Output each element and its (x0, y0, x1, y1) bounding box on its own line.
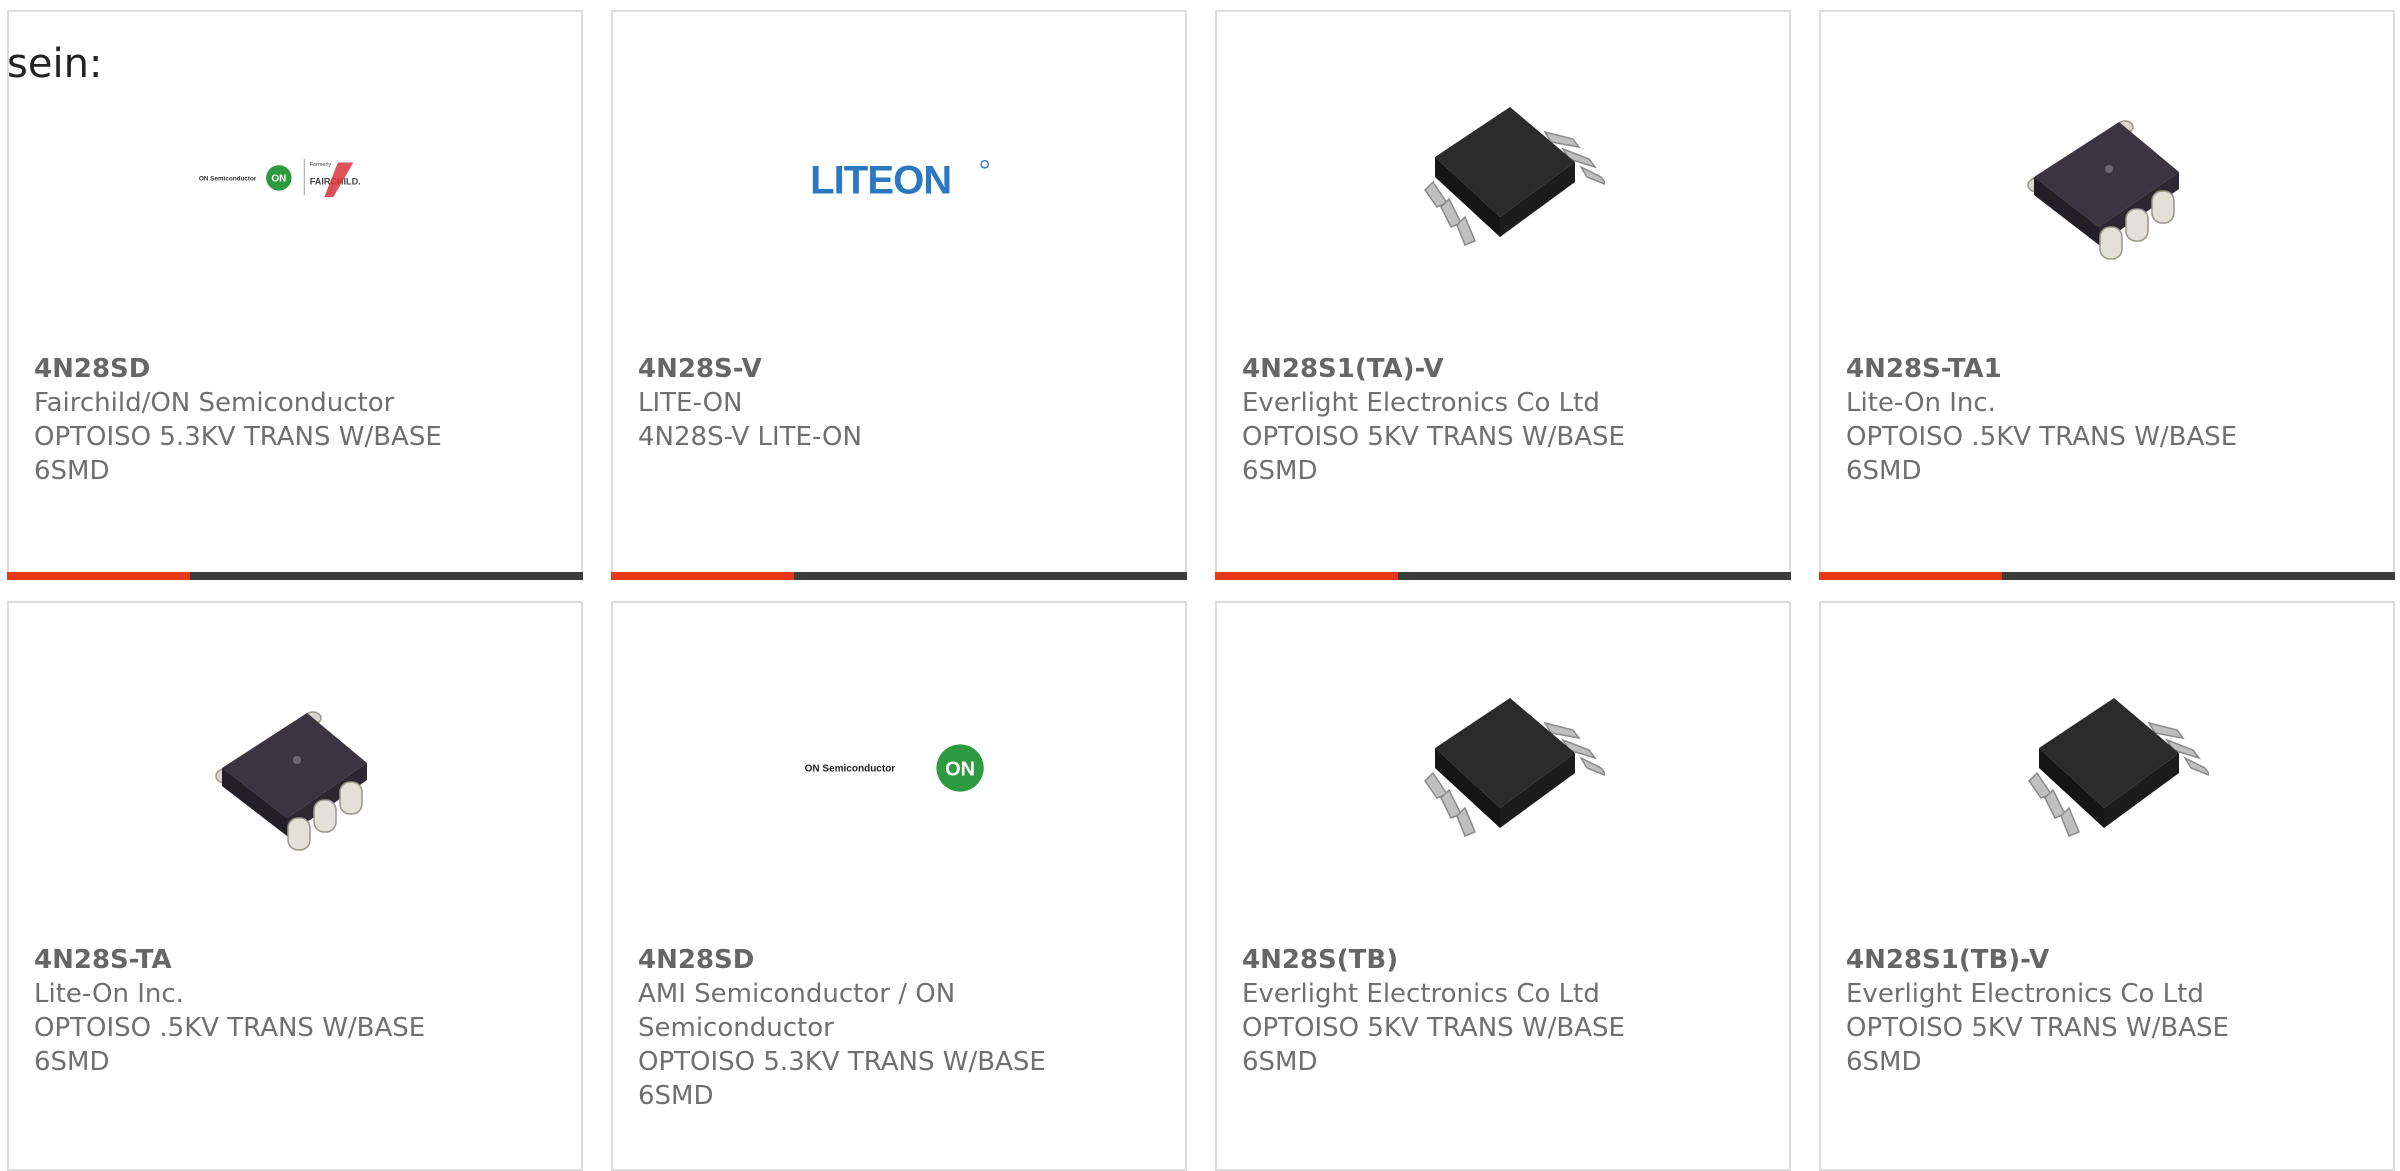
manufacturer: Lite-On Inc. (1846, 388, 1996, 418)
part-number[interactable]: 4N28S(TB) (1242, 943, 1722, 977)
description-line-1: 4N28S-V LITE-ON (638, 422, 862, 452)
manufacturer: Everlight Electronics Co Ltd (1242, 388, 1600, 418)
product-info: 4N28S1(TA)-V Everlight Electronics Co Ltd… (1242, 352, 1722, 488)
optocoupler-chip-image (2028, 698, 2209, 837)
logo-small-text: ON Semiconductor (199, 176, 257, 183)
description-line-2: 6SMD (1846, 456, 1922, 486)
product-card[interactable]: 4N28S1(TB)-V Everlight Electronics Co Ltd… (1819, 601, 2395, 1171)
svg-text:ON: ON (945, 758, 975, 780)
description-line-1: OPTOISO 5.3KV TRANS W/BASE (34, 422, 442, 452)
product-image[interactable]: ON SemiconductorONFormerlyFAIRCHILD. (197, 77, 397, 277)
product-card[interactable]: ON Semiconductor ON 4N28SD AMI Semiconducto… (611, 601, 1187, 1171)
card-accent-bar (1819, 572, 2002, 580)
product-image[interactable] (197, 668, 397, 868)
part-number[interactable]: 4N28SD (638, 943, 1118, 977)
description-line-1: OPTOISO 5KV TRANS W/BASE (1242, 1013, 1625, 1043)
product-info: 4N28S-TA1 Lite-On Inc. OPTOISO .5KV TRANS … (1846, 352, 2326, 488)
product-info: 4N28S-TA Lite-On Inc. OPTOISO .5KV TRANS W… (34, 943, 514, 1079)
part-number[interactable]: 4N28S-TA (34, 943, 514, 977)
optocoupler-chip-image (1424, 698, 1605, 837)
product-card[interactable]: 4N28S-TA Lite-On Inc. OPTOISO .5KV TRANS W… (7, 601, 583, 1171)
part-number[interactable]: 4N28S1(TA)-V (1242, 352, 1722, 386)
product-card[interactable]: LITEON 4N28S-V LITE-ON 4N28S-V LITE-ON (611, 10, 1187, 580)
logo-formerly-text: Formerly (310, 162, 332, 168)
description-line-1: OPTOISO 5KV TRANS W/BASE (1846, 1013, 2229, 1043)
product-card[interactable]: 4N28S(TB) Everlight Electronics Co Ltd OPT… (1215, 601, 1791, 1171)
optocoupler-chip-image (215, 711, 367, 851)
card-accent-bar (611, 572, 794, 580)
manufacturer: Fairchild/ON Semiconductor (34, 388, 395, 418)
product-card[interactable]: 4N28S1(TA)-V Everlight Electronics Co Ltd… (1215, 10, 1791, 580)
description-line-2: 6SMD (1242, 1047, 1318, 1077)
part-number[interactable]: 4N28S-V (638, 352, 1118, 386)
description-line-2: 6SMD (638, 1081, 714, 1111)
product-info: 4N28SD Fairchild/ON Semiconductor OPTOISO … (34, 352, 514, 488)
description-line-2: 6SMD (34, 1047, 110, 1077)
description-line-1: OPTOISO .5KV TRANS W/BASE (34, 1013, 426, 1043)
svg-text:ON: ON (271, 174, 286, 185)
product-info: 4N28S1(TB)-V Everlight Electronics Co Ltd… (1846, 943, 2326, 1079)
manufacturer: Everlight Electronics Co Ltd (1242, 979, 1600, 1009)
card-accent-bar (1215, 572, 1398, 580)
description-line-2: 6SMD (1242, 456, 1318, 486)
fairchild-on-logo: ON SemiconductorONFormerlyFAIRCHILD. (199, 158, 361, 197)
on-semiconductor-logo: ON Semiconductor ON (805, 744, 984, 792)
description-line-1: OPTOISO 5KV TRANS W/BASE (1242, 422, 1625, 452)
card-bottom-bar (611, 572, 1187, 580)
product-info: 4N28S(TB) Everlight Electronics Co Ltd OPT… (1242, 943, 1722, 1079)
product-image[interactable] (1405, 77, 1605, 277)
part-number[interactable]: 4N28S1(TB)-V (1846, 943, 2326, 977)
optocoupler-chip-image (1424, 107, 1605, 246)
manufacturer: LITE-ON (638, 388, 743, 418)
product-image[interactable]: ON Semiconductor ON (801, 668, 1001, 868)
manufacturer: Lite-On Inc. (34, 979, 184, 1009)
product-image[interactable] (2009, 668, 2209, 868)
manufacturer: Everlight Electronics Co Ltd (1846, 979, 2204, 1009)
product-card[interactable]: 4N28S-TA1 Lite-On Inc. OPTOISO .5KV TRANS … (1819, 10, 2395, 580)
intro-text: sein: (7, 41, 103, 87)
product-image[interactable] (2009, 77, 2209, 277)
manufacturer: AMI Semiconductor / ON Semiconductor (638, 979, 956, 1043)
liteon-logo: LITEON (810, 158, 989, 202)
card-bottom-bar (1215, 572, 1791, 580)
description-line-1: OPTOISO .5KV TRANS W/BASE (1846, 422, 2238, 452)
description-line-1: OPTOISO 5.3KV TRANS W/BASE (638, 1047, 1046, 1077)
card-bottom-bar (7, 572, 583, 580)
product-card[interactable]: ON SemiconductorONFormerlyFAIRCHILD.4N28… (7, 10, 583, 580)
part-number[interactable]: 4N28S-TA1 (1846, 352, 2326, 386)
description-line-2: 6SMD (34, 456, 110, 486)
card-bottom-bar (1819, 572, 2395, 580)
product-image[interactable]: LITEON (801, 77, 1001, 277)
card-accent-bar (7, 572, 190, 580)
logo-brand-text: LITEON (810, 158, 951, 202)
part-number[interactable]: 4N28SD (34, 352, 514, 386)
product-image[interactable] (1405, 668, 1605, 868)
logo-small-text: ON Semiconductor (805, 764, 896, 775)
optocoupler-chip-image (2027, 120, 2179, 260)
product-info: 4N28S-V LITE-ON 4N28S-V LITE-ON (638, 352, 1118, 454)
product-info: 4N28SD AMI Semiconductor / ON Semiconduct… (638, 943, 1118, 1113)
description-line-2: 6SMD (1846, 1047, 1922, 1077)
